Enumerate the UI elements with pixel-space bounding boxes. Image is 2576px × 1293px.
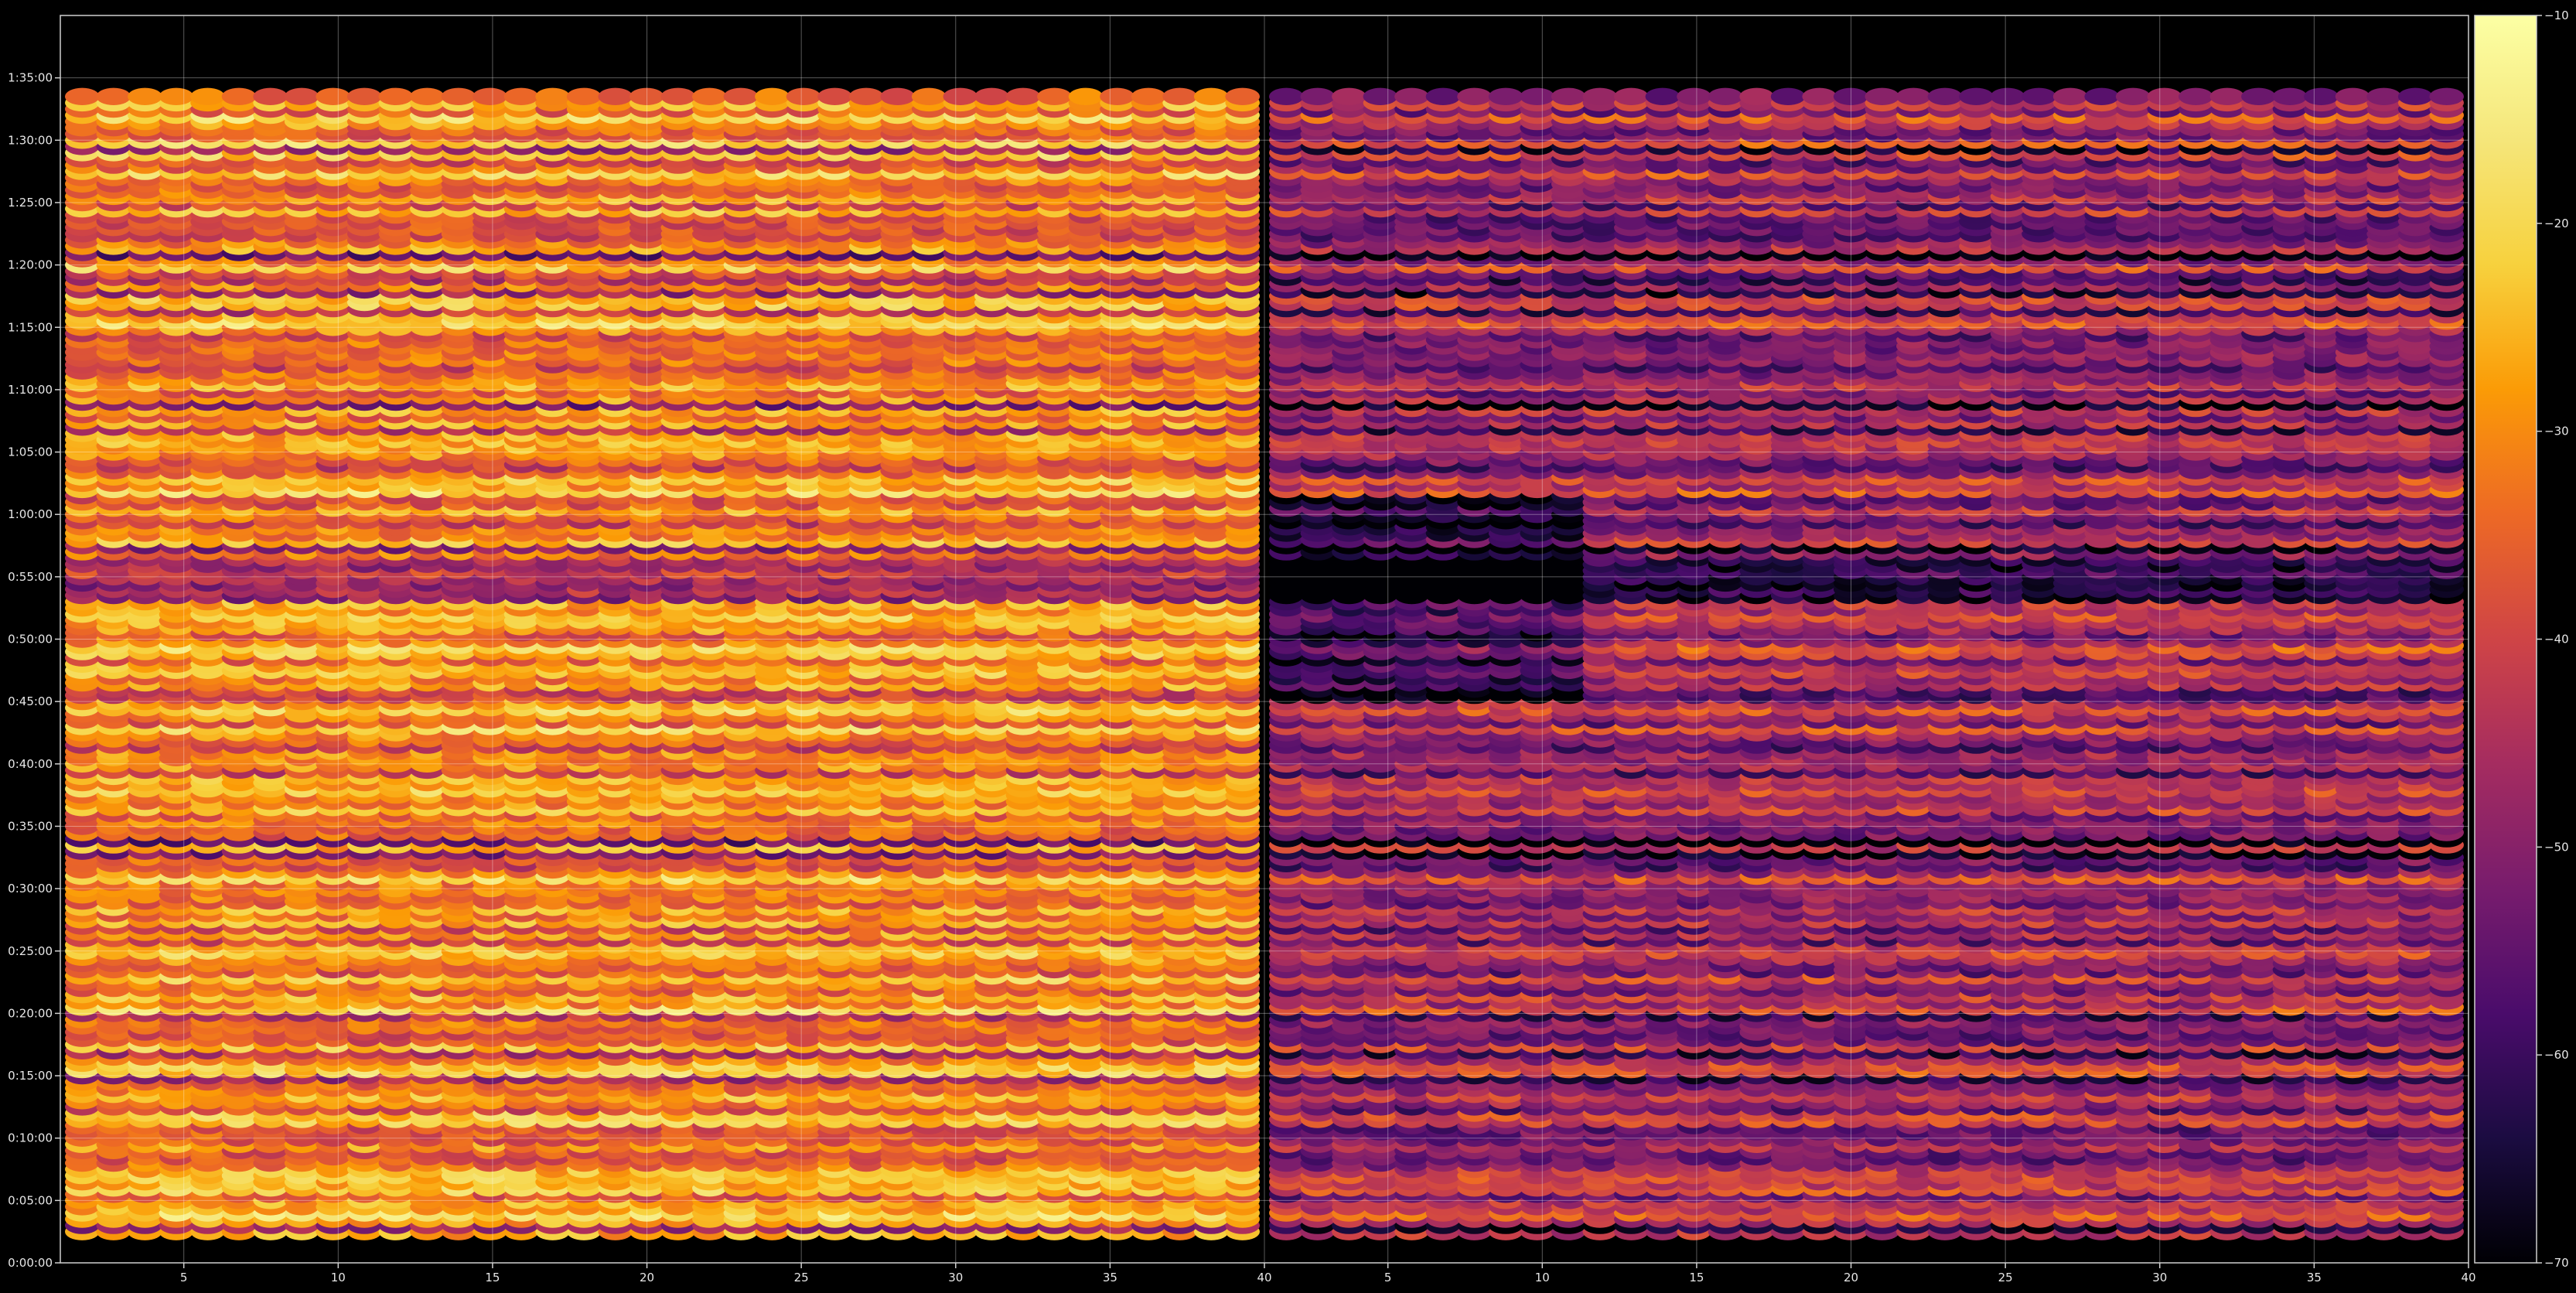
heatmap-figure: 5 10 15 20 25 30 35 40 5 10 15 20 25 30 35 400:00:000:0… [0, 0, 2576, 1293]
